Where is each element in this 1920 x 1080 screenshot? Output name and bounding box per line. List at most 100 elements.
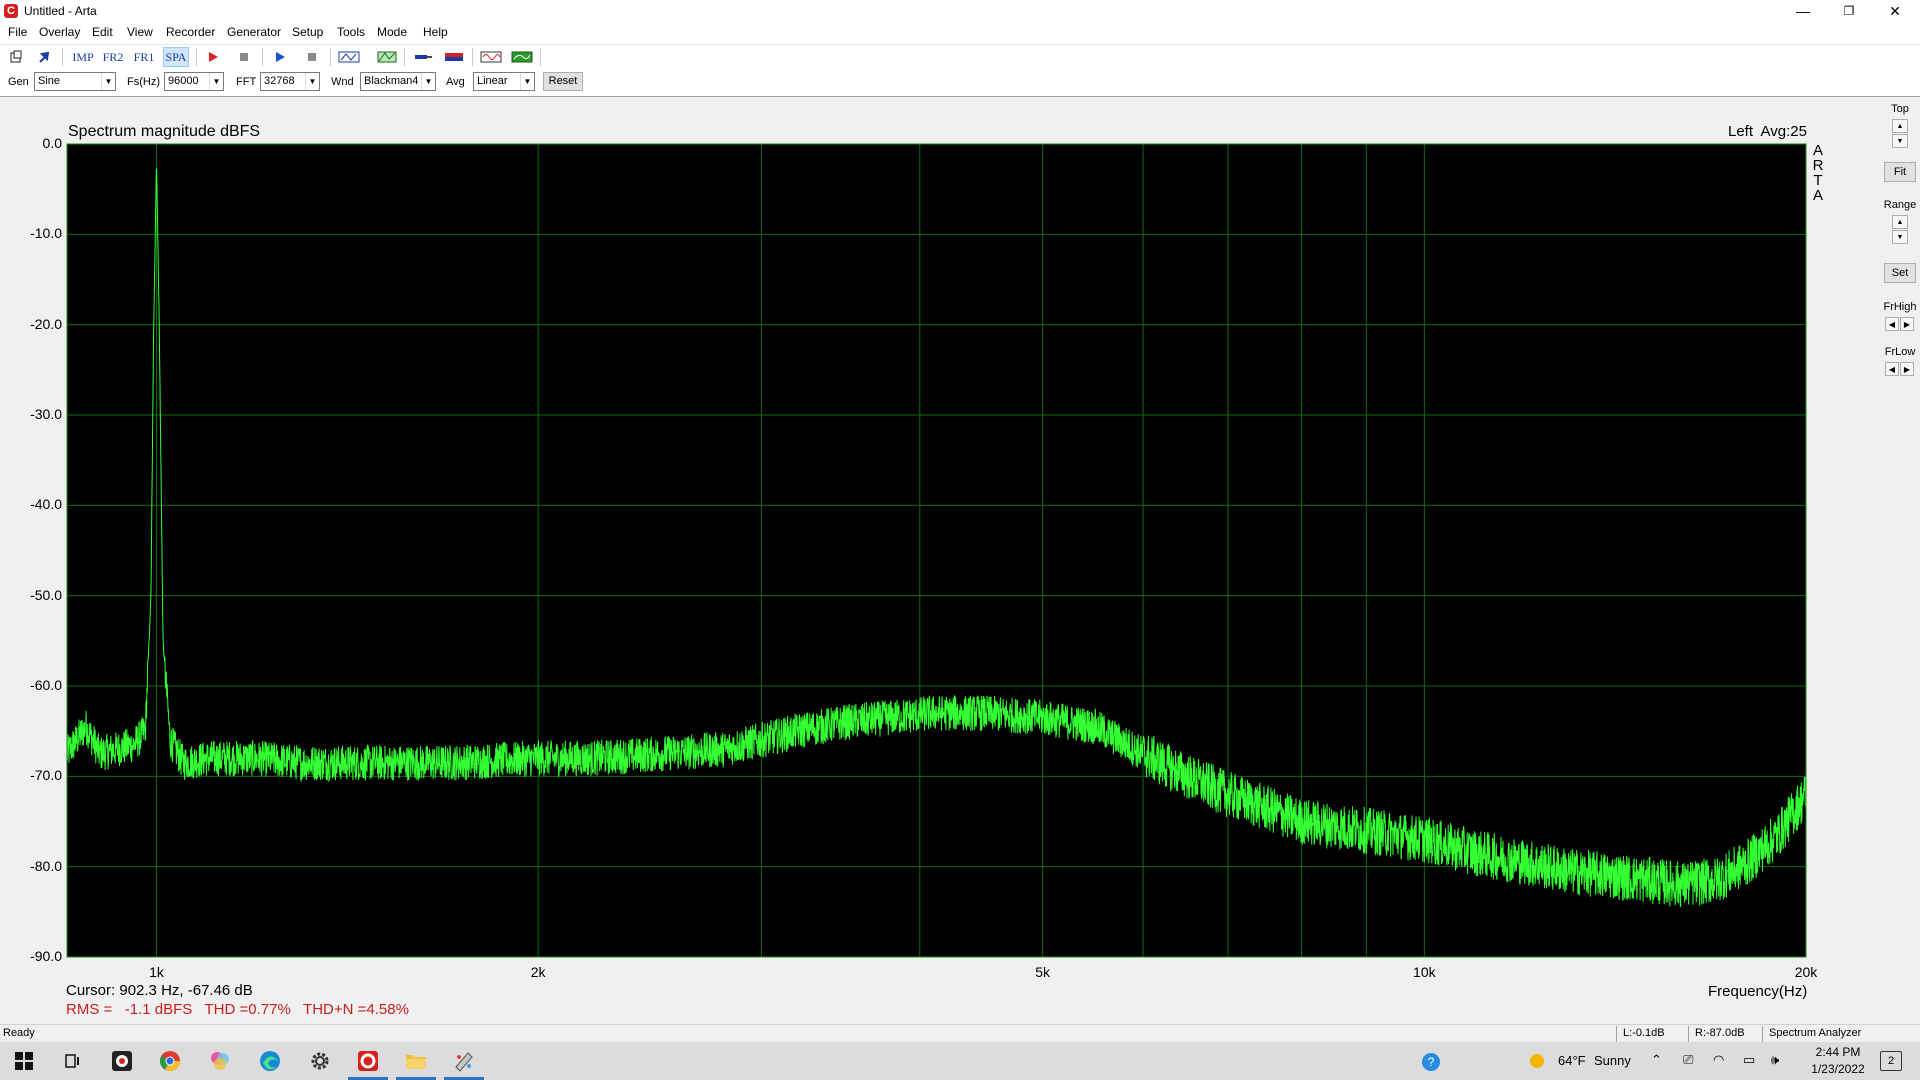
top-down-button[interactable]: ▼ bbox=[1892, 134, 1908, 148]
menu-setup[interactable]: Setup bbox=[292, 25, 323, 39]
wnd-label: Wnd bbox=[331, 76, 354, 88]
clock-time[interactable]: 2:44 PM bbox=[1808, 1045, 1868, 1059]
imp-button[interactable]: IMP bbox=[70, 47, 96, 67]
record-button[interactable] bbox=[201, 47, 225, 67]
new-doc-button[interactable] bbox=[4, 47, 28, 67]
flag-button[interactable] bbox=[441, 47, 467, 67]
menu-mode[interactable]: Mode bbox=[377, 25, 407, 39]
open-button[interactable] bbox=[32, 47, 56, 67]
weather-temp[interactable]: 64°F bbox=[1558, 1053, 1586, 1068]
menu-generator[interactable]: Generator bbox=[227, 25, 281, 39]
avg-label: Avg bbox=[446, 76, 465, 88]
play-button[interactable] bbox=[268, 47, 292, 67]
window-select[interactable]: Blackman4 ▼ bbox=[360, 72, 436, 91]
menu-tools[interactable]: Tools bbox=[337, 25, 365, 39]
reset-button[interactable]: Reset bbox=[543, 72, 583, 91]
menu-edit[interactable]: Edit bbox=[92, 25, 113, 39]
set-button[interactable]: Set bbox=[1884, 263, 1916, 283]
wifi-icon[interactable]: ◠ bbox=[1713, 1052, 1724, 1068]
battery-icon[interactable]: ▭ bbox=[1743, 1052, 1755, 1068]
open-arrow-icon bbox=[39, 51, 50, 63]
taskbar-chrome[interactable] bbox=[146, 1046, 194, 1076]
taskbar-arta[interactable] bbox=[344, 1046, 392, 1080]
menu-view[interactable]: View bbox=[127, 25, 153, 39]
menu-overlay[interactable]: Overlay bbox=[39, 25, 80, 39]
frhigh-right-button[interactable]: ▶ bbox=[1900, 317, 1914, 331]
range-label: Range bbox=[1883, 199, 1917, 211]
weather-text[interactable]: Sunny bbox=[1594, 1053, 1631, 1068]
meter-button[interactable] bbox=[509, 47, 535, 67]
weather-icon[interactable] bbox=[1528, 1052, 1546, 1073]
x-tick-label: 2k bbox=[530, 964, 546, 980]
stop-icon bbox=[308, 53, 316, 61]
stop-play-button[interactable] bbox=[300, 47, 324, 67]
close-button[interactable]: ✕ bbox=[1872, 0, 1918, 22]
spectrum-chart[interactable] bbox=[0, 97, 1880, 1025]
mode-indicator: Spectrum Analyzer bbox=[1762, 1026, 1912, 1042]
toolbar: IMP FR2 FR1 SPA bbox=[0, 44, 1920, 68]
frhigh-label: FrHigh bbox=[1883, 301, 1917, 313]
probe-button[interactable] bbox=[410, 47, 436, 67]
help-tray-icon[interactable]: ? bbox=[1420, 1051, 1442, 1076]
chevron-down-icon: ▼ bbox=[101, 73, 115, 90]
chrome-icon bbox=[159, 1051, 180, 1071]
menu-bar: File Overlay Edit View Recorder Generato… bbox=[0, 22, 1920, 42]
y-tick-label: -80.0 bbox=[30, 857, 62, 874]
taskbar-settings[interactable] bbox=[296, 1046, 344, 1076]
x-tick-label: 1k bbox=[149, 964, 164, 980]
cursor-label: Cursor: bbox=[66, 982, 116, 999]
sun-icon bbox=[1530, 1054, 1544, 1068]
top-up-button[interactable]: ▲ bbox=[1892, 119, 1908, 133]
channel-avg-status: Left Avg:25 bbox=[1728, 123, 1807, 140]
frlow-right-button[interactable]: ▶ bbox=[1900, 362, 1914, 376]
taskbar-file-explorer[interactable] bbox=[392, 1046, 440, 1080]
gen-select[interactable]: Sine ▼ bbox=[34, 72, 116, 91]
menu-help[interactable]: Help bbox=[423, 25, 448, 39]
task-view-button[interactable] bbox=[48, 1046, 96, 1076]
taskbar-paint[interactable] bbox=[440, 1046, 488, 1080]
abc-button[interactable] bbox=[336, 47, 362, 67]
spa-button[interactable]: SPA bbox=[163, 47, 189, 67]
abc-icon bbox=[338, 51, 360, 63]
chevron-up-icon[interactable]: ⌃ bbox=[1651, 1052, 1662, 1068]
clock-date[interactable]: 1/23/2022 bbox=[1808, 1062, 1868, 1076]
status-bar: Ready L:-0.1dB R:-87.0dB Spectrum Analyz… bbox=[0, 1024, 1920, 1042]
start-button[interactable] bbox=[0, 1046, 48, 1076]
fit-button[interactable]: Fit bbox=[1884, 162, 1916, 182]
stop-icon bbox=[240, 53, 248, 61]
stop-record-button[interactable] bbox=[232, 47, 256, 67]
plot-background bbox=[67, 144, 1806, 957]
fft-select[interactable]: 32768 ▼ bbox=[260, 72, 320, 91]
paint-icon bbox=[455, 1052, 473, 1072]
chevron-down-icon: ▼ bbox=[1896, 137, 1904, 145]
range-up-button[interactable]: ▲ bbox=[1892, 215, 1908, 229]
minimize-button[interactable]: — bbox=[1780, 0, 1826, 22]
y-tick-label: -30.0 bbox=[30, 406, 62, 422]
filter-button[interactable] bbox=[374, 47, 400, 67]
meet-now-icon[interactable]: ⎚ bbox=[1683, 1052, 1693, 1068]
chevron-down-icon: ▼ bbox=[209, 73, 223, 90]
y-tick-label: -70.0 bbox=[30, 767, 62, 784]
taskbar-app-capture[interactable] bbox=[98, 1046, 146, 1076]
menu-recorder[interactable]: Recorder bbox=[166, 25, 215, 39]
volume-icon[interactable]: 🕪 bbox=[1771, 1052, 1779, 1068]
cursor-readout: Cursor: 902.3 Hz, -67.46 dB bbox=[66, 982, 253, 999]
windows-taskbar: ? 64°F Sunny ⌃ ⎚ ◠ ▭ 🕪 2:44 PM 1/23/2022… bbox=[0, 1042, 1920, 1080]
waveform-button[interactable] bbox=[478, 47, 504, 67]
avg-select[interactable]: Linear ▼ bbox=[473, 72, 535, 91]
menu-file[interactable]: File bbox=[8, 25, 27, 39]
notification-center-button[interactable]: 2 bbox=[1880, 1051, 1902, 1071]
chevron-up-icon: ▲ bbox=[1896, 122, 1904, 130]
chevron-down-icon: ▼ bbox=[1896, 233, 1904, 241]
range-down-button[interactable]: ▼ bbox=[1892, 230, 1908, 244]
arta-logo: ARTA bbox=[1812, 142, 1824, 204]
fr2-button[interactable]: FR2 bbox=[100, 47, 126, 67]
frhigh-left-button[interactable]: ◀ bbox=[1885, 317, 1899, 331]
taskbar-app-color[interactable] bbox=[196, 1046, 244, 1076]
frlow-left-button[interactable]: ◀ bbox=[1885, 362, 1899, 376]
fs-select[interactable]: 96000 ▼ bbox=[164, 72, 224, 91]
restore-button[interactable]: ❐ bbox=[1826, 0, 1872, 22]
taskbar-edge[interactable] bbox=[246, 1046, 294, 1076]
cursor-value: 902.3 Hz, -67.46 dB bbox=[119, 982, 253, 999]
fr1-button[interactable]: FR1 bbox=[131, 47, 157, 67]
